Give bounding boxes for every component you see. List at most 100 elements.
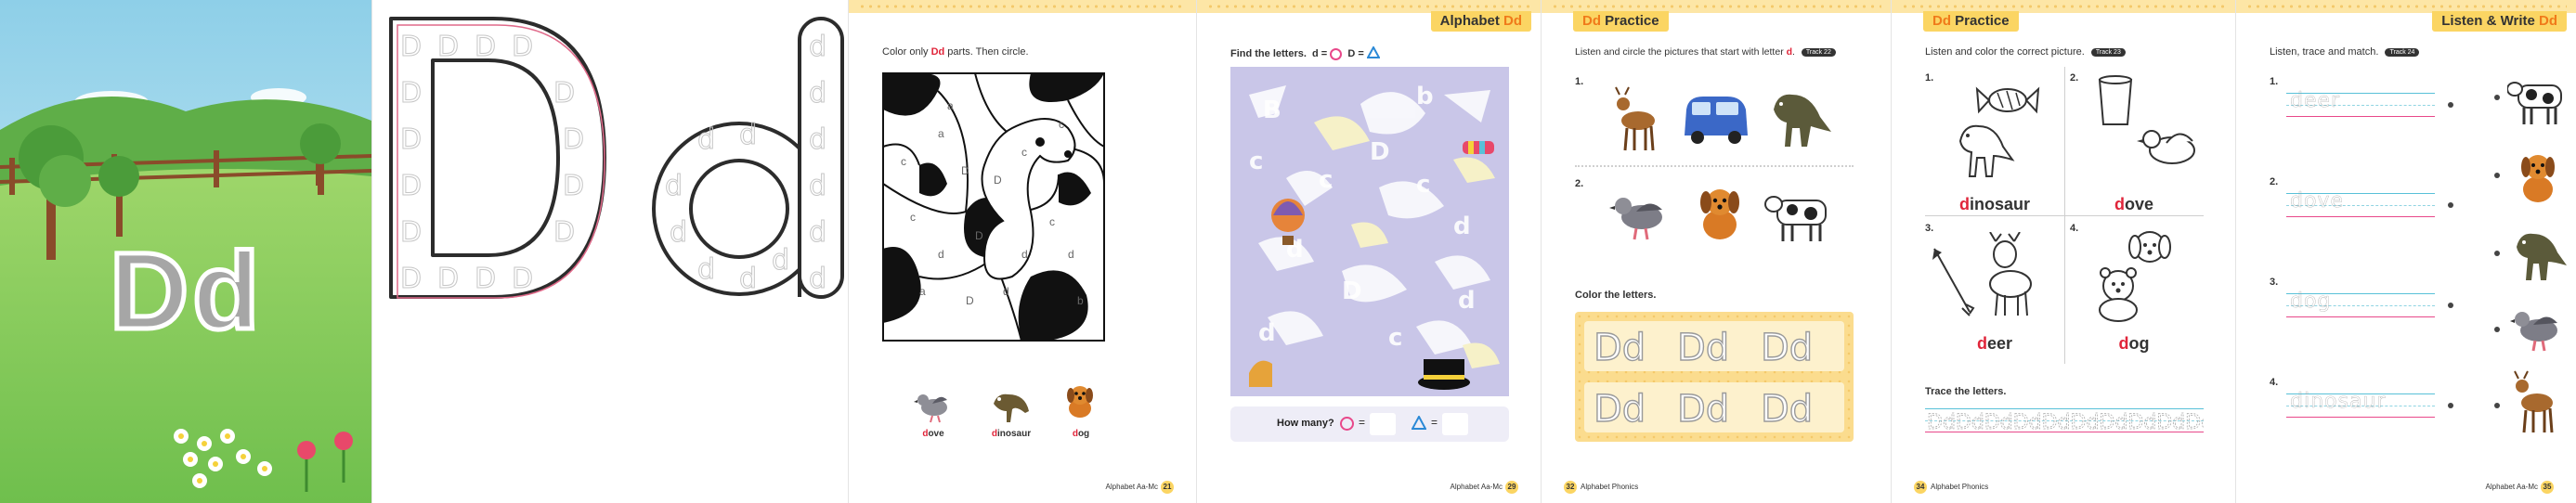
- svg-text:D: D: [553, 77, 575, 110]
- svg-text:d: d: [809, 216, 826, 249]
- circle-count-box[interactable]: [1370, 413, 1396, 435]
- instruction: Find the letters. d = D =: [1230, 45, 1381, 61]
- svg-text:d: d: [809, 77, 826, 110]
- svg-text:D: D: [966, 294, 974, 307]
- word-rest: og: [1077, 429, 1090, 439]
- dog-icon: [2521, 155, 2555, 202]
- tag-letter: Dd: [2539, 13, 2557, 29]
- svg-text:D: D: [400, 263, 422, 295]
- svg-text:D: D: [994, 174, 1002, 187]
- svg-text:D: D: [475, 31, 496, 63]
- svg-text:d: d: [697, 123, 715, 156]
- audio-track-badge[interactable]: Track 23: [2090, 47, 2126, 57]
- dove-icon: [2137, 130, 2195, 164]
- svg-text:Dd: Dd: [1594, 327, 1646, 369]
- color-title: Color the letters.: [1575, 290, 1657, 301]
- tag-letter: Dd: [1503, 13, 1522, 29]
- footer-text: Alphabet Aa-Mc: [1450, 483, 1503, 491]
- footer-text: Alphabet Aa-Mc: [1105, 483, 1158, 491]
- word-rest: og: [2128, 334, 2150, 353]
- page-number: 29: [1505, 481, 1518, 494]
- instruction: Listen and circle the pictures that star…: [1575, 46, 1836, 58]
- word-first-letter: d: [2118, 334, 2129, 353]
- svg-text:D: D: [553, 216, 575, 249]
- page-32: Dd Practice Listen and circle the pictur…: [1542, 0, 1891, 503]
- svg-text:a: a: [919, 285, 926, 298]
- svg-text:D: D: [1342, 277, 1362, 305]
- bear-icon: [2099, 267, 2138, 322]
- tag-text: Listen & Write: [2441, 13, 2539, 29]
- match-dot[interactable]: [2448, 202, 2453, 208]
- color-letters-panel: Dd Dd Dd Dd Dd Dd: [1575, 312, 1854, 442]
- dog-icon: [1067, 386, 1093, 418]
- page-footer: Alphabet Aa-Mc 35: [2486, 481, 2554, 494]
- page-footer: Alphabet Aa-Mc 29: [1451, 481, 1518, 494]
- match-dot[interactable]: [2448, 403, 2453, 408]
- svg-text:a: a: [938, 127, 944, 140]
- item-number: 4.: [2070, 223, 2079, 234]
- dove-icon: [914, 394, 947, 423]
- header-dots: [1206, 3, 1531, 10]
- candy-icon: [1975, 86, 2040, 114]
- color-puzzle: a c c c D D Dd d Dc d d b a c a: [882, 72, 1105, 342]
- page-34: Dd Practice Listen and color the correct…: [1892, 0, 2235, 503]
- instruction-text: Listen, trace and match.: [2270, 46, 2379, 58]
- match-dot[interactable]: [2494, 173, 2500, 178]
- cow-icon: [2507, 82, 2562, 124]
- dotted-separator: [1575, 165, 1854, 167]
- match-dot[interactable]: [2494, 251, 2500, 256]
- triangle-symbol-icon: [1366, 45, 1381, 61]
- word-first-letter: d: [1958, 195, 1970, 213]
- svg-text:d: d: [739, 263, 757, 295]
- page-35: Listen & Write Dd Listen, trace and matc…: [2236, 0, 2576, 503]
- svg-text:d: d: [1453, 213, 1471, 240]
- svg-text:c: c: [1049, 215, 1055, 228]
- match-dot[interactable]: [2494, 95, 2500, 100]
- match-dot[interactable]: [2494, 327, 2500, 332]
- audio-track-badge[interactable]: Track 22: [1801, 47, 1836, 57]
- audio-track-badge[interactable]: Track 24: [2385, 47, 2420, 57]
- svg-text:Dd: Dd: [1761, 327, 1813, 369]
- instruction: Listen, trace and match. Track 24: [2270, 46, 2420, 58]
- instruction-letter: Dd: [930, 46, 945, 58]
- word-rest: inosaur: [1969, 195, 2030, 213]
- instruction-text: Listen and color the correct picture.: [1925, 46, 2085, 58]
- cover-letter: Dd: [107, 230, 264, 353]
- word-dove: dove: [2064, 195, 2204, 214]
- instruction-suffix: parts. Then circle.: [944, 46, 1029, 58]
- svg-text:c: c: [910, 211, 916, 224]
- word-dog: dog: [2064, 334, 2204, 354]
- svg-text:d: d: [809, 31, 826, 63]
- match-dot[interactable]: [2448, 303, 2453, 308]
- match-dot[interactable]: [2448, 102, 2453, 108]
- svg-text:d: d: [665, 170, 683, 202]
- svg-text:d: d: [1003, 285, 1009, 298]
- svg-text:c: c: [1388, 324, 1402, 352]
- svg-text:a: a: [947, 99, 954, 112]
- triangle-count-box[interactable]: [1442, 413, 1468, 435]
- svg-text:D: D: [400, 123, 422, 156]
- dog-icon: [1700, 189, 1739, 239]
- word-rest: eer: [1986, 334, 2013, 353]
- item-number: 4.: [2270, 377, 2279, 388]
- equals-sign: =: [1431, 416, 1438, 429]
- svg-text:D: D: [1370, 138, 1390, 166]
- svg-text:Dd: Dd: [1594, 388, 1646, 431]
- header-bar: [849, 0, 1196, 13]
- legend-upper-label: D =: [1347, 47, 1364, 59]
- svg-text:D: D: [975, 229, 983, 242]
- svg-text:d: d: [1021, 248, 1028, 261]
- triangle-count-icon: [1411, 414, 1427, 434]
- tag-letter: Dd: [1582, 13, 1601, 29]
- footer-text: Alphabet Phonics: [1931, 483, 1989, 491]
- item-number: 2.: [2070, 72, 2079, 84]
- match-dot[interactable]: [2494, 403, 2500, 408]
- item-number: 1.: [2270, 76, 2279, 87]
- svg-text:D: D: [563, 170, 584, 202]
- svg-text:D: D: [400, 216, 422, 249]
- cow-icon: [1764, 196, 1827, 241]
- item-number: 3.: [2270, 277, 2279, 288]
- word-first-letter: d: [2114, 195, 2125, 213]
- header-dots: [2245, 3, 2567, 10]
- trace-title: Trace the letters.: [1925, 386, 2007, 397]
